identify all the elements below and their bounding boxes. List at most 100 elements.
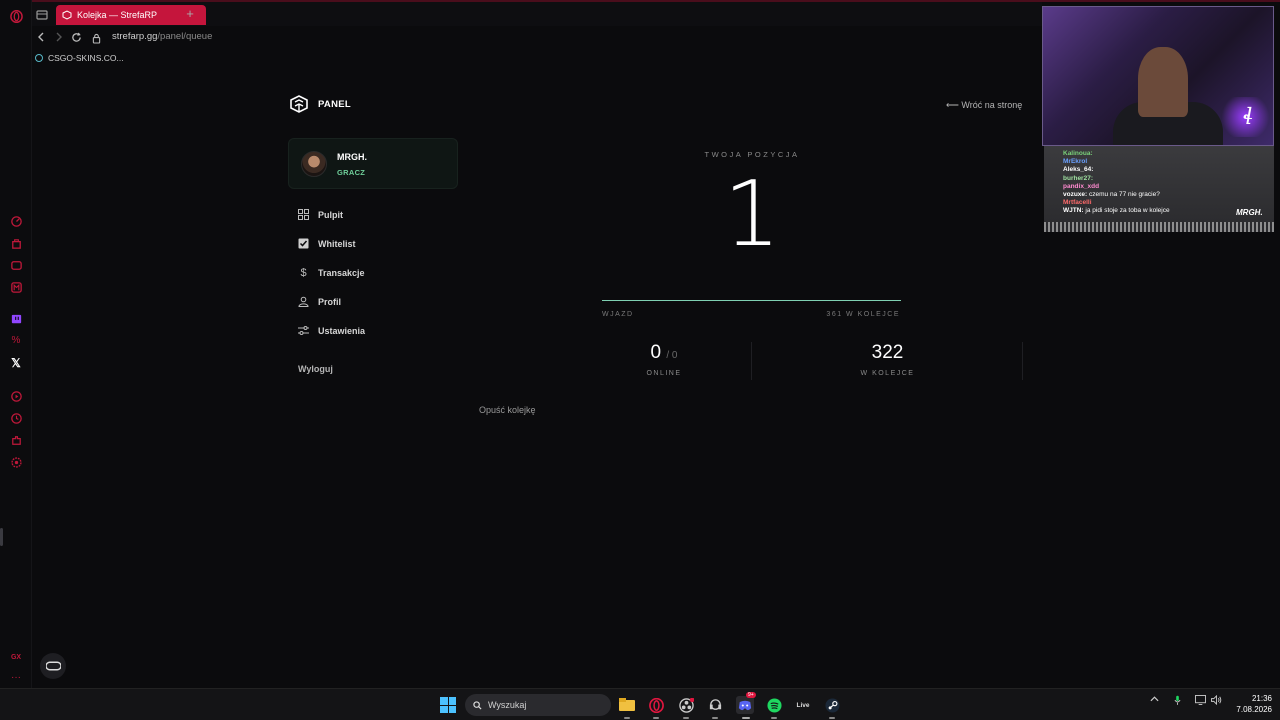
- ai-assistant-button[interactable]: [40, 653, 66, 679]
- taskbar-indicator: [771, 717, 777, 719]
- chat-message: Mrtfacelli: [1063, 199, 1092, 206]
- chat-username: vozuxe:: [1063, 191, 1088, 198]
- chat-text: ja pidi stoje za toba w kolejce: [1085, 207, 1170, 215]
- chat-username: burher27:: [1063, 174, 1093, 182]
- webcam-signature-mark: ɬ: [1243, 105, 1253, 130]
- leave-queue-button[interactable]: Opuść kolejkę: [479, 405, 536, 415]
- search-icon: [473, 700, 482, 710]
- strefarp-logo-icon: [290, 95, 308, 113]
- lock-icon[interactable]: [92, 31, 102, 44]
- online-label: ONLINE: [646, 370, 682, 377]
- percent-icon[interactable]: %: [9, 334, 23, 348]
- queue-count: 322: [871, 342, 904, 363]
- gx-icon[interactable]: GX: [9, 650, 23, 664]
- address-bar: strefarp.gg/panel/queue: [32, 26, 1042, 48]
- x-twitter-icon[interactable]: 𝕏: [9, 356, 23, 370]
- progress-start-label: WJAZD: [602, 311, 634, 318]
- online-max: / 0: [666, 350, 678, 361]
- chat-username: WJTN:: [1063, 207, 1084, 215]
- clock-time: 21:36: [1251, 694, 1272, 703]
- logout-button[interactable]: Wyloguj: [298, 364, 333, 374]
- queue-progress-fill: [602, 300, 901, 301]
- nav-label: Transakcje: [318, 267, 365, 278]
- webcam-overlay: ɬ: [1042, 6, 1274, 146]
- back-to-site-link[interactable]: ⟵ Wróć na stronę: [946, 100, 1022, 111]
- stat-online: 0 / 0 ONLINE: [577, 342, 752, 380]
- chevron-up-icon[interactable]: [1150, 695, 1159, 706]
- queue-label: W KOLEJCE: [860, 370, 915, 377]
- opera-gx-icon[interactable]: [648, 697, 664, 713]
- bookmarks-bar: CSGO-SKINS.CO...: [32, 50, 432, 68]
- nav-item-transakcje[interactable]: $ Transakcje: [298, 266, 365, 279]
- chat-username: pandix_xdd: [1063, 182, 1100, 190]
- nav-item-pulpit[interactable]: Pulpit: [298, 209, 343, 220]
- chat-username: Kalinoua:: [1063, 150, 1093, 157]
- volume-icon[interactable]: [1211, 694, 1222, 708]
- nav-item-whitelist[interactable]: Whitelist: [298, 238, 356, 249]
- back-arrow-icon[interactable]: [34, 30, 48, 44]
- chat-text: czemu na 77 nie gracie?: [1089, 191, 1160, 198]
- chat-username: Mrtfacelli: [1063, 199, 1092, 207]
- live-app-icon[interactable]: Live: [795, 697, 811, 713]
- chat-message: MrEkrol: [1063, 158, 1087, 165]
- chat-decorative-fringe: [1044, 222, 1274, 232]
- chat-message: pandix_xdd: [1063, 183, 1099, 190]
- checkbox-icon: [298, 238, 309, 249]
- extensions-icon[interactable]: [9, 433, 23, 447]
- nav-label: Whitelist: [318, 238, 356, 249]
- webcam-streamer-head: [1138, 47, 1188, 117]
- panel-logo[interactable]: PANEL: [288, 93, 351, 115]
- mail-icon[interactable]: [9, 280, 23, 294]
- opera-logo-icon[interactable]: [9, 9, 23, 23]
- discord-badge: 9+: [746, 692, 756, 698]
- settings-icon[interactable]: [9, 455, 23, 469]
- clock-date: 7.08.2026: [1236, 705, 1272, 714]
- grid-icon: [298, 209, 309, 220]
- online-count: 0 / 0: [650, 342, 678, 363]
- obs-icon[interactable]: [678, 697, 694, 713]
- speed-dial-icon[interactable]: [9, 214, 23, 228]
- forward-arrow-icon[interactable]: [52, 30, 66, 44]
- player-icon[interactable]: [9, 389, 23, 403]
- microphone-icon[interactable]: [1174, 695, 1181, 709]
- url-field[interactable]: strefarp.gg/panel/queue: [112, 31, 212, 42]
- chat-username: Aleks_64:: [1063, 166, 1094, 174]
- taskbar-indicator: [829, 717, 835, 719]
- discord-icon[interactable]: 9+: [736, 692, 756, 714]
- shopping-icon[interactable]: [9, 236, 23, 250]
- taskbar-clock[interactable]: 21:36 7.08.2026: [1228, 693, 1272, 715]
- position-label: TWOJA POZYCJA: [704, 150, 800, 159]
- dollar-icon: $: [300, 266, 307, 279]
- url-path: /panel/queue: [157, 31, 213, 42]
- nav-item-ustawienia[interactable]: Ustawienia: [298, 325, 365, 336]
- nav-item-profil[interactable]: Profil: [298, 296, 341, 307]
- user-card[interactable]: MRGH. GRACZ: [288, 138, 458, 189]
- twitch-icon[interactable]: [9, 312, 23, 326]
- steam-icon[interactable]: [824, 697, 840, 713]
- history-icon[interactable]: [9, 411, 23, 425]
- windows-start-icon[interactable]: [440, 697, 456, 713]
- tab-bar: Kolejka — StrefaRP +: [32, 2, 1042, 26]
- chat-message: burher27:: [1063, 175, 1093, 182]
- messenger-icon[interactable]: [9, 258, 23, 272]
- support-headset-icon[interactable]: [707, 697, 723, 713]
- tab-title: Kolejka — StrefaRP: [77, 10, 158, 20]
- network-icon[interactable]: [1195, 695, 1206, 708]
- taskbar-search[interactable]: Wyszukaj: [465, 694, 611, 716]
- more-icon[interactable]: ···: [9, 671, 23, 685]
- queue-position: 1: [723, 162, 781, 267]
- sidebar-resize-handle[interactable]: [0, 528, 3, 546]
- workspace-icon[interactable]: [36, 8, 48, 20]
- user-role-badge: GRACZ: [337, 168, 366, 177]
- spotify-icon[interactable]: [766, 697, 782, 713]
- file-explorer-icon[interactable]: [619, 697, 635, 713]
- sliders-icon: [298, 325, 309, 336]
- reload-icon[interactable]: [69, 30, 83, 44]
- nav-label: Profil: [318, 296, 342, 307]
- bookmark-favicon-icon: [35, 54, 43, 62]
- chat-logo: MRGH.: [1236, 208, 1263, 217]
- nav-label: Ustawienia: [318, 325, 366, 336]
- new-tab-button[interactable]: +: [182, 5, 198, 21]
- taskbar-indicator: [742, 717, 750, 719]
- bookmark-item[interactable]: CSGO-SKINS.CO...: [35, 53, 124, 63]
